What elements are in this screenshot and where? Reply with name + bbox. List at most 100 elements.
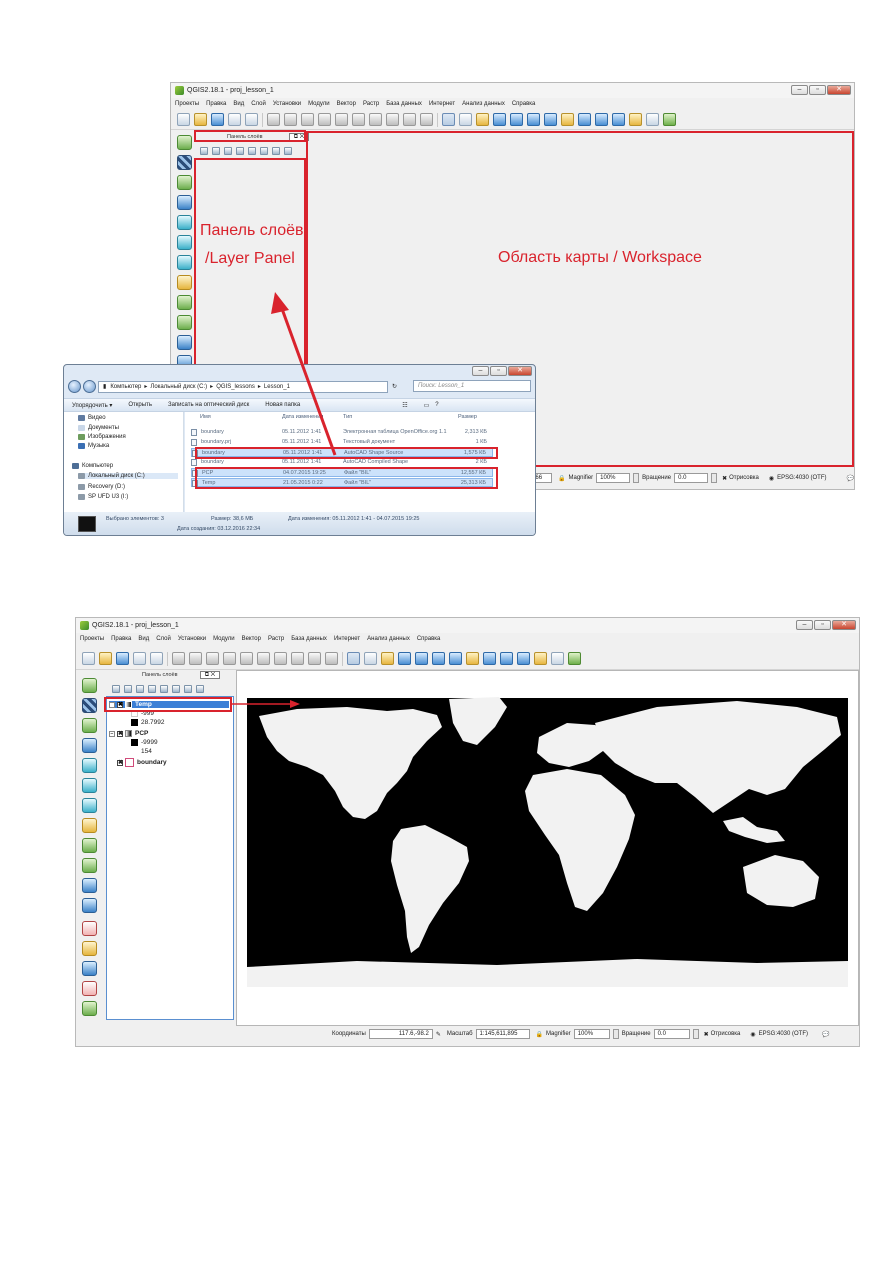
burn-button[interactable]: Записать на оптический диск <box>168 402 249 408</box>
current-edits-icon[interactable] <box>267 113 280 126</box>
menu-plugins[interactable]: Модули <box>308 101 330 107</box>
save-as-icon[interactable] <box>228 113 241 126</box>
style-manager-icon[interactable] <box>200 147 208 155</box>
view-options-icon[interactable]: ☷ <box>402 402 407 409</box>
menu-database[interactable]: База данных <box>386 101 422 107</box>
delete-selected-icon[interactable] <box>369 113 382 126</box>
cut-features-icon[interactable] <box>291 652 304 665</box>
add-vector-layer-icon[interactable] <box>177 135 192 150</box>
menu-analysis[interactable]: Анализ данных <box>367 636 410 642</box>
add-mssql-layer-icon[interactable] <box>177 215 192 230</box>
menu-view[interactable]: Вид <box>138 636 149 642</box>
move-feature-icon[interactable] <box>335 113 348 126</box>
processing-icon[interactable] <box>82 981 97 996</box>
menu-analysis[interactable]: Анализ данных <box>462 101 505 107</box>
map-canvas[interactable] <box>236 670 859 1026</box>
nav-item-local-disk[interactable]: Локальный диск (C:) <box>78 473 178 479</box>
menu-plugins[interactable]: Модули <box>213 636 235 642</box>
zoom-out-icon[interactable] <box>510 113 523 126</box>
refresh-icon[interactable] <box>663 113 676 126</box>
save-edits-icon[interactable] <box>206 652 219 665</box>
current-edits-icon[interactable] <box>172 652 185 665</box>
paste-features-icon[interactable] <box>325 652 338 665</box>
touch-zoom-icon[interactable] <box>442 113 455 126</box>
minimize-button[interactable]: – <box>796 620 813 630</box>
crs-label[interactable]: EPSG:4030 (OTF) <box>759 1031 808 1037</box>
nav-item-documents[interactable]: Документы <box>78 425 119 431</box>
render-checkbox[interactable]: ✖ <box>722 475 727 482</box>
magnifier-spin[interactable] <box>612 1029 619 1039</box>
add-virtual-layer-icon[interactable] <box>177 295 192 310</box>
manage-map-themes-icon[interactable] <box>136 685 144 693</box>
messages-icon[interactable]: 💬 <box>822 1031 829 1038</box>
add-mssql-layer-icon[interactable] <box>82 758 97 773</box>
menu-web[interactable]: Интернет <box>429 101 455 107</box>
add-wcs-layer-icon[interactable] <box>177 255 192 270</box>
menu-help[interactable]: Справка <box>417 636 441 642</box>
new-bookmark-icon[interactable] <box>629 113 642 126</box>
column-name[interactable]: Имя <box>200 414 211 420</box>
add-spatialite-layer-icon[interactable] <box>82 738 97 753</box>
add-feature-icon[interactable] <box>223 652 236 665</box>
menu-layer[interactable]: Слой <box>156 636 171 642</box>
add-wcs-layer-icon[interactable] <box>82 798 97 813</box>
delete-selected-icon[interactable] <box>274 652 287 665</box>
breadcrumb-item[interactable]: Локальный диск (C:) <box>150 384 207 390</box>
menu-edit[interactable]: Правка <box>111 636 131 642</box>
rotation-spin[interactable] <box>692 1029 699 1039</box>
pan-to-selection-icon[interactable] <box>381 652 394 665</box>
expand-all-icon[interactable] <box>172 685 180 693</box>
manage-map-themes-icon[interactable] <box>224 147 232 155</box>
new-gpx-icon[interactable] <box>82 898 97 913</box>
close-button[interactable]: ✕ <box>832 620 856 630</box>
nav-item-recovery[interactable]: Recovery (D:) <box>78 484 125 490</box>
organize-button[interactable]: Упорядочить ▾ <box>72 402 112 409</box>
crs-globe-icon[interactable]: ◉ <box>750 1031 755 1038</box>
zoom-selection-icon[interactable] <box>466 652 479 665</box>
add-group-icon[interactable] <box>212 147 220 155</box>
menu-vector[interactable]: Вектор <box>337 101 356 107</box>
zoom-full-icon[interactable] <box>449 652 462 665</box>
filter-legend-icon[interactable] <box>236 147 244 155</box>
zoom-layer-icon[interactable] <box>483 652 496 665</box>
explorer-close-button[interactable]: ✕ <box>508 366 532 376</box>
zoom-native-icon[interactable] <box>432 652 445 665</box>
menu-settings[interactable]: Установки <box>178 636 206 642</box>
magnifier-spin[interactable] <box>633 473 640 483</box>
zoom-layer-icon[interactable] <box>578 113 591 126</box>
magnifier-field[interactable]: 100% <box>573 1029 610 1039</box>
add-raster-layer-icon[interactable] <box>177 155 192 170</box>
lock-icon[interactable]: 🔒 <box>558 475 565 482</box>
layer-visibility-checkbox[interactable]: ✖ <box>117 759 123 766</box>
rotation-spin[interactable] <box>711 473 718 483</box>
menu-layer[interactable]: Слой <box>251 101 266 107</box>
pan-to-selection-icon[interactable] <box>476 113 489 126</box>
new-bookmark-icon[interactable] <box>534 652 547 665</box>
show-bookmarks-icon[interactable] <box>551 652 564 665</box>
dock-float-close-button[interactable]: ⧉ ✕ <box>200 671 220 679</box>
render-checkbox[interactable]: ✖ <box>704 1031 709 1038</box>
save-project-icon[interactable] <box>211 113 224 126</box>
print-composer-icon[interactable] <box>150 652 163 665</box>
forward-icon[interactable] <box>83 380 96 393</box>
add-delimited-text-icon[interactable] <box>177 275 192 290</box>
paste-features-icon[interactable] <box>420 113 433 126</box>
search-input[interactable]: Поиск: Lesson_1 <box>413 380 531 392</box>
add-wms-layer-icon[interactable] <box>82 778 97 793</box>
remove-layer-icon[interactable] <box>196 685 204 693</box>
filter-expression-icon[interactable] <box>248 147 256 155</box>
zoom-out-icon[interactable] <box>415 652 428 665</box>
expand-all-icon[interactable] <box>260 147 268 155</box>
toggle-editing-icon[interactable] <box>189 652 202 665</box>
gps-tools-icon[interactable] <box>82 961 97 976</box>
menu-raster[interactable]: Растр <box>268 636 284 642</box>
copy-features-icon[interactable] <box>403 113 416 126</box>
breadcrumb-item[interactable]: Компьютер <box>110 384 141 390</box>
add-wms-layer-icon[interactable] <box>177 235 192 250</box>
zoom-native-icon[interactable] <box>527 113 540 126</box>
grass-tools-icon[interactable] <box>82 1001 97 1016</box>
explorer-minimize-button[interactable]: – <box>472 366 489 376</box>
new-project-icon[interactable] <box>177 113 190 126</box>
menu-projects[interactable]: Проекты <box>175 101 199 107</box>
nav-item-video[interactable]: Видео <box>78 415 106 421</box>
